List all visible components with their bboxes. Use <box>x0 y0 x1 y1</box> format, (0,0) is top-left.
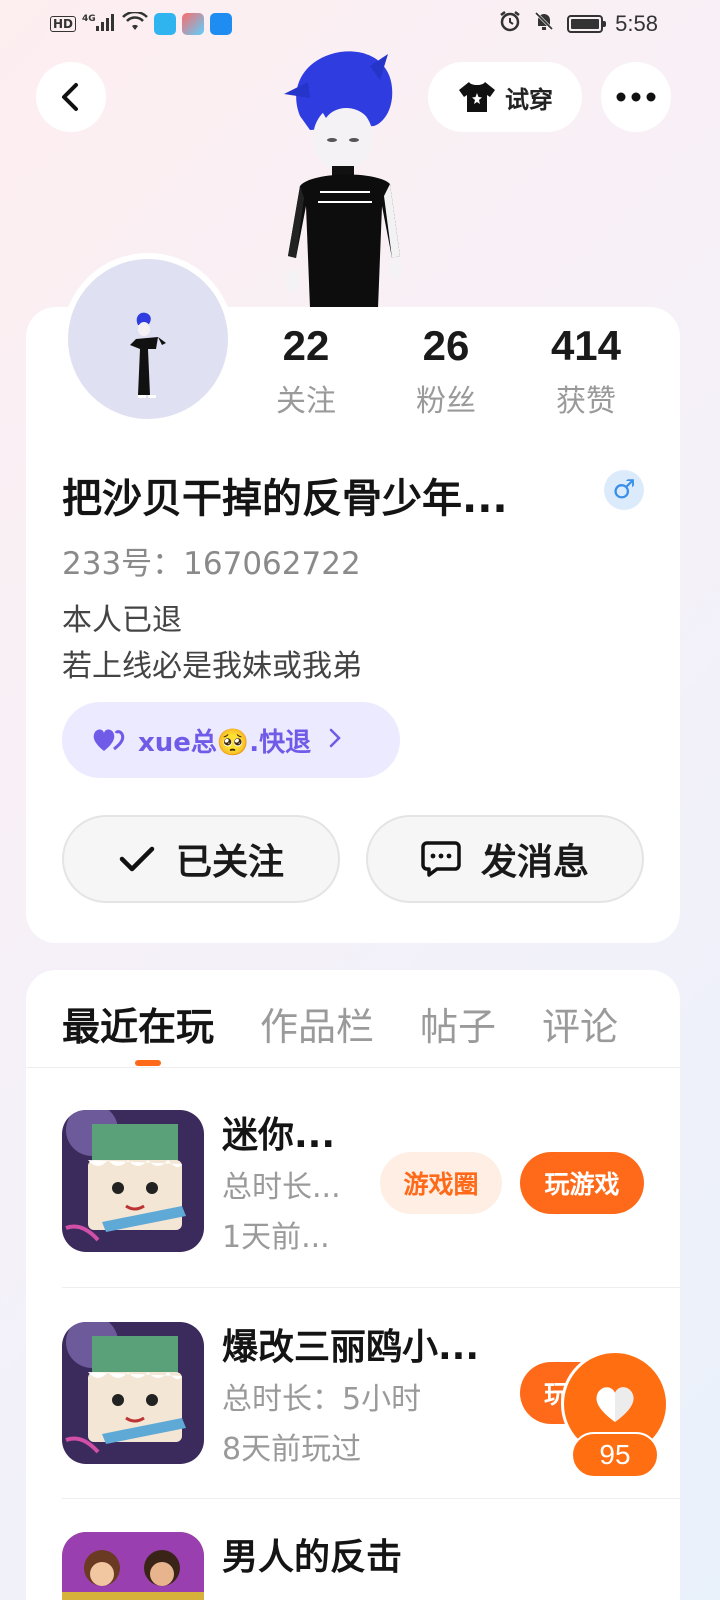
like-count: 95 <box>571 1432 659 1478</box>
game-play-duration: 总时长：5小时 <box>222 1382 422 1417</box>
following-stat[interactable]: 22 关注 <box>236 322 376 420</box>
profile-tabs: 最近在玩 作品栏 帖子 评论 <box>62 996 618 1051</box>
bio: 本人已退 若上线必是我妹或我弟 <box>62 598 362 690</box>
alarm-icon <box>499 10 521 38</box>
arrow-app-icon <box>210 13 233 35</box>
network-type: 4G <box>82 14 96 24</box>
active-tab-indicator <box>135 1060 161 1066</box>
game-title: 爆改三丽鸥小... <box>222 1327 480 1368</box>
double-heart-icon <box>93 729 125 751</box>
game-title: 男人的反击 <box>222 1537 403 1578</box>
game-last-played: 8天前玩过 <box>222 1432 362 1467</box>
row-divider <box>62 1498 680 1499</box>
following-count: 22 <box>282 322 330 369</box>
relationship-tag-text: xue总🥺.快退 <box>138 727 312 758</box>
chat-bubble-icon <box>421 841 461 877</box>
status-left: HD 4G <box>50 10 233 36</box>
user-id: 233号：167062722 <box>62 546 361 582</box>
activity-card <box>26 970 680 1600</box>
followers-count: 26 <box>422 322 470 369</box>
followed-label: 已关注 <box>175 842 284 883</box>
game-row[interactable]: 迷你... 总时长... 1天前... 游戏圈 玩游戏 <box>62 1110 680 1255</box>
play-game-button[interactable]: 玩游戏 <box>520 1152 644 1214</box>
chevron-left-icon <box>62 83 78 111</box>
chat-app-icon <box>182 13 205 35</box>
battery-icon <box>567 15 607 33</box>
likes-stat[interactable]: 414 获赞 <box>516 322 656 420</box>
followed-button[interactable]: 已关注 <box>62 815 340 903</box>
game-icon <box>62 1110 204 1252</box>
game-row[interactable]: 男人的反击 <box>62 1532 680 1600</box>
cellular-signal-icon: 4G <box>82 12 116 36</box>
status-right: 5:58 <box>499 10 658 38</box>
followers-stat[interactable]: 26 粉丝 <box>376 322 516 420</box>
bio-line: 若上线必是我妹或我弟 <box>62 649 362 684</box>
mute-bell-icon <box>533 10 555 38</box>
try-on-button[interactable]: 试穿 <box>428 62 582 132</box>
following-label: 关注 <box>276 384 336 419</box>
game-icon <box>62 1532 204 1600</box>
game-circle-button[interactable]: 游戏圈 <box>380 1152 502 1214</box>
nickname: 把沙贝干掉的反骨少年... <box>62 476 508 522</box>
bio-line: 本人已退 <box>62 603 182 638</box>
heart-icon <box>596 1387 634 1422</box>
avatar[interactable] <box>62 253 234 425</box>
followers-label: 粉丝 <box>416 384 476 419</box>
tab-works[interactable]: 作品栏 <box>260 996 374 1051</box>
back-button[interactable] <box>36 62 106 132</box>
row-divider <box>62 1287 680 1288</box>
send-message-label: 发消息 <box>480 842 589 883</box>
game-icon <box>62 1322 204 1464</box>
tab-posts[interactable]: 帖子 <box>420 996 496 1051</box>
hd-badge: HD <box>50 16 77 32</box>
game-last-played: 1天前... <box>222 1220 330 1255</box>
check-icon <box>119 846 155 872</box>
profile-stats: 22 关注 26 粉丝 414 获赞 <box>236 322 656 420</box>
relationship-tag[interactable]: xue总🥺.快退 <box>62 702 400 778</box>
game-title: 迷你... <box>222 1115 336 1156</box>
tshirt-icon <box>459 82 495 112</box>
send-message-button[interactable]: 发消息 <box>366 815 644 903</box>
book-app-icon <box>154 13 177 35</box>
more-dots-icon <box>616 92 656 102</box>
more-options-button[interactable] <box>601 62 671 132</box>
likes-label: 获赞 <box>556 384 616 419</box>
clock: 5:58 <box>615 11 658 36</box>
status-bar: HD 4G 5:58 <box>0 0 720 48</box>
avatar-3d-figure[interactable] <box>270 46 420 308</box>
tabs-divider <box>26 1067 680 1068</box>
male-gender-icon: ♂ <box>604 470 644 510</box>
tab-comments[interactable]: 评论 <box>542 996 618 1051</box>
chevron-right-icon <box>329 726 341 754</box>
tab-recently-played[interactable]: 最近在玩 <box>62 996 214 1051</box>
wifi-icon <box>122 10 148 36</box>
game-play-duration: 总时长... <box>222 1170 341 1205</box>
try-on-label: 试穿 <box>505 85 553 114</box>
likes-count: 414 <box>550 322 622 369</box>
